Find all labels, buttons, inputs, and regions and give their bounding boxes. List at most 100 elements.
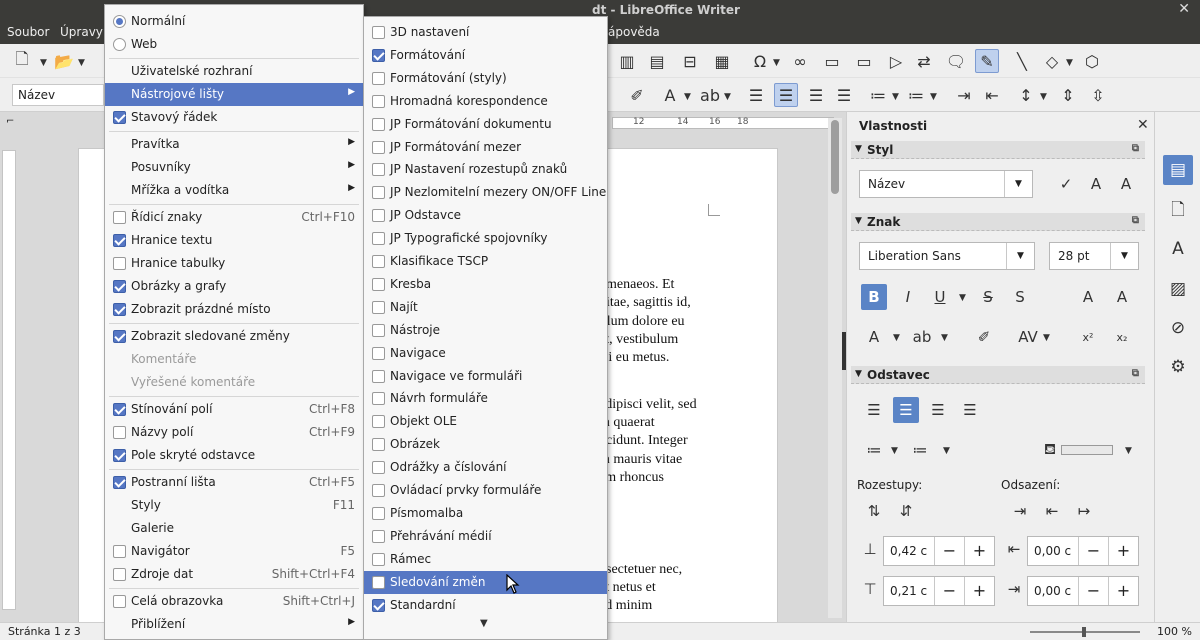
menu-edit[interactable]: Úpravy: [60, 25, 103, 39]
align-left-icon[interactable]: ☰: [861, 397, 887, 423]
menu-help[interactable]: ápověda: [608, 25, 660, 39]
close-window-icon[interactable]: ✕: [1178, 1, 1190, 17]
hanging-indent-icon[interactable]: ↦: [1071, 498, 1097, 524]
paragraph-spacing-decrease-icon[interactable]: ⇳: [1086, 83, 1110, 107]
align-center-icon[interactable]: ☰: [774, 83, 798, 107]
checkbox[interactable]: [372, 346, 385, 360]
menu-file[interactable]: Soubor: [7, 25, 49, 39]
basic-shapes-icon[interactable]: ◇: [1040, 49, 1064, 73]
indent-before-spin[interactable]: 0,00 c − +: [1027, 536, 1139, 566]
checkbox[interactable]: [372, 300, 385, 314]
chevron-down-icon[interactable]: ▼: [724, 92, 731, 102]
checkbox[interactable]: [113, 330, 126, 343]
scrollbar-thumb[interactable]: [831, 120, 839, 194]
decrement-button[interactable]: −: [1078, 577, 1108, 605]
increase-indent-icon[interactable]: ⇥: [952, 83, 976, 107]
checkbox[interactable]: [113, 595, 126, 608]
open-folder-icon[interactable]: 📂: [52, 49, 76, 73]
view-menu-item[interactable]: Pole skryté odstavce: [105, 444, 363, 467]
checkbox[interactable]: [372, 323, 385, 337]
toolbar-menu-item[interactable]: Rámec: [364, 548, 607, 571]
checkbox[interactable]: [113, 568, 126, 581]
toolbar-menu-item[interactable]: JP Typografické spojovníky: [364, 227, 607, 250]
view-menu-item[interactable]: Stínování polí Ctrl+F8: [105, 398, 363, 421]
clear-formatting-icon[interactable]: ✐: [971, 324, 997, 350]
decrease-indent-icon[interactable]: ⇤: [1039, 498, 1065, 524]
zoom-level[interactable]: 100 %: [1157, 625, 1192, 638]
radio-button[interactable]: [113, 38, 126, 51]
line-spacing-icon[interactable]: ↕: [1014, 83, 1038, 107]
checkbox[interactable]: [372, 71, 385, 85]
increase-spacing-icon[interactable]: ⇅: [861, 498, 887, 524]
view-menu-item[interactable]: Stavový řádek: [105, 106, 363, 129]
toolbar-menu-item[interactable]: Sledování změn: [364, 570, 607, 594]
chevron-down-icon[interactable]: ▼: [684, 92, 691, 102]
view-menu-item[interactable]: Hranice tabulky: [105, 252, 363, 275]
toolbar-menu-item[interactable]: Navigace ve formuláři: [364, 365, 607, 388]
decrease-font-icon[interactable]: A: [1109, 284, 1135, 310]
decrement-button[interactable]: −: [934, 537, 964, 565]
shadow-icon[interactable]: S: [1007, 284, 1033, 310]
paragraph-style-combo[interactable]: Název: [12, 84, 104, 106]
checkbox[interactable]: [113, 111, 126, 124]
checkbox[interactable]: [372, 26, 385, 39]
checkbox[interactable]: [372, 140, 385, 154]
checkbox[interactable]: [372, 209, 385, 223]
background-color-swatch[interactable]: [1061, 445, 1113, 455]
font-color-icon[interactable]: A: [861, 324, 887, 350]
checkbox[interactable]: [372, 163, 385, 177]
checkbox[interactable]: [113, 449, 126, 462]
checkbox[interactable]: [372, 94, 385, 108]
navigator-icon[interactable]: ⊘: [1163, 313, 1193, 343]
view-menu-item[interactable]: Názvy polí Ctrl+F9: [105, 421, 363, 444]
view-menu-item[interactable]: Postranní lišta Ctrl+F5: [105, 471, 363, 494]
toolbar-menu-item[interactable]: Přehrávání médií: [364, 525, 607, 548]
endnote-icon[interactable]: ▭: [852, 49, 876, 73]
increment-button[interactable]: +: [964, 577, 994, 605]
view-menu-item[interactable]: Pravítka ▶: [105, 133, 363, 156]
view-menu-item[interactable]: Zdroje dat Shift+Ctrl+F4: [105, 563, 363, 586]
checkbox[interactable]: [372, 575, 385, 589]
checkbox[interactable]: [372, 438, 385, 452]
toolbar-menu-item[interactable]: Objekt OLE: [364, 410, 607, 433]
checkbox[interactable]: [113, 403, 126, 416]
chevron-down-icon[interactable]: ▼: [1004, 171, 1032, 197]
more-options-icon[interactable]: ⧉: [1132, 143, 1139, 154]
track-changes-icon[interactable]: ✎: [975, 49, 999, 73]
chevron-down-icon[interactable]: ▼: [941, 333, 948, 343]
vertical-ruler[interactable]: [2, 150, 16, 610]
increment-button[interactable]: +: [1108, 577, 1138, 605]
space-below-spin[interactable]: 0,21 c − +: [883, 576, 995, 606]
highlight-color-icon[interactable]: ab: [698, 83, 722, 107]
scroll-down-icon[interactable]: ▼: [480, 618, 488, 629]
zoom-slider[interactable]: [1030, 627, 1140, 637]
background-color-icon[interactable]: ⛾: [1037, 437, 1063, 463]
toolbar-menu-item[interactable]: JP Formátování mezer: [364, 136, 607, 159]
checkbox[interactable]: [372, 506, 385, 520]
numbering-icon[interactable]: ≔: [907, 437, 933, 463]
checkbox[interactable]: [372, 529, 385, 543]
toolbar-menu-item[interactable]: Najít: [364, 296, 607, 319]
checkbox[interactable]: [372, 277, 385, 291]
section-style-header[interactable]: ▼ Styl ⧉: [851, 141, 1145, 159]
subscript-icon[interactable]: x₂: [1109, 324, 1135, 350]
new-document-icon[interactable]: 🗋: [10, 49, 34, 73]
view-menu-item[interactable]: Nástrojové lišty ▶: [105, 83, 363, 106]
chevron-down-icon[interactable]: ▼: [1066, 58, 1073, 68]
chevron-down-icon[interactable]: ▼: [930, 92, 937, 102]
special-character-icon[interactable]: Ω: [748, 49, 772, 73]
line-icon[interactable]: ╲: [1010, 49, 1034, 73]
chevron-down-icon[interactable]: ▼: [1125, 446, 1132, 456]
strikethrough-icon[interactable]: S: [975, 284, 1001, 310]
toolbar-menu-item[interactable]: Navigace: [364, 342, 607, 365]
close-icon[interactable]: ✕: [1137, 117, 1149, 133]
styles-icon[interactable]: A: [1163, 234, 1193, 264]
align-center-icon[interactable]: ☰: [893, 397, 919, 423]
bold-icon[interactable]: B: [861, 284, 887, 310]
page-icon[interactable]: 🗋: [1163, 196, 1193, 226]
highlight-color-icon[interactable]: ab: [909, 324, 935, 350]
new-style-icon[interactable]: A: [1083, 171, 1109, 197]
justify-icon[interactable]: ☰: [832, 83, 856, 107]
view-menu-item[interactable]: Zobrazit sledované změny: [105, 325, 363, 348]
checkbox[interactable]: [113, 280, 126, 293]
